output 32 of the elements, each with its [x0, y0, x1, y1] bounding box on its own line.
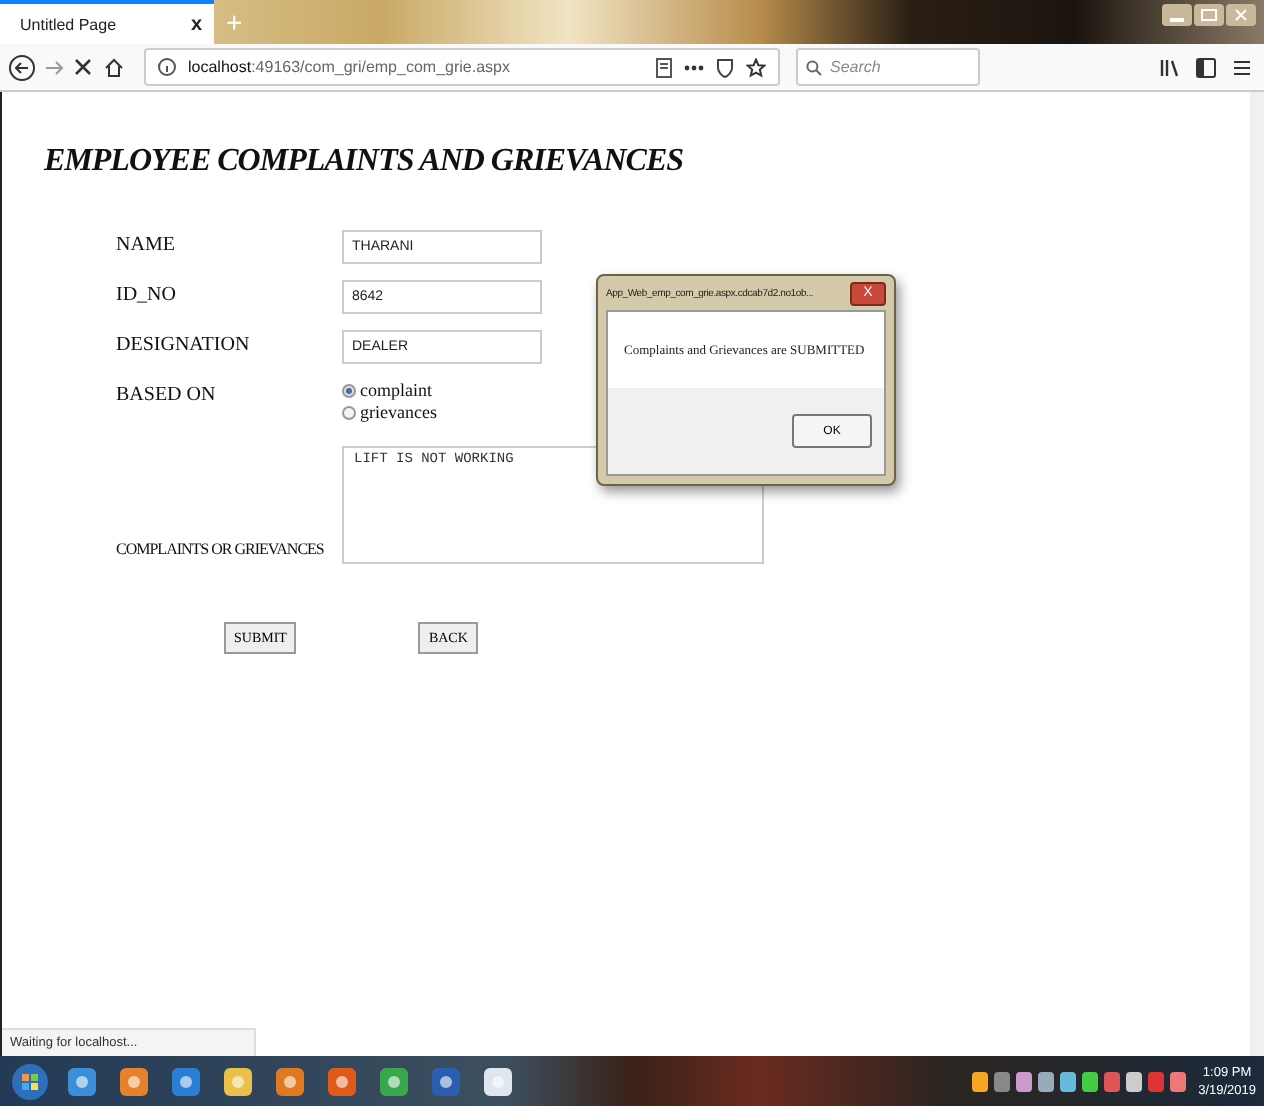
shield-icon[interactable] — [716, 57, 734, 77]
address-bar[interactable]: localhost:49163/com_gri/emp_com_grie.aspx — [144, 48, 780, 86]
forward-icon[interactable] — [44, 57, 64, 77]
radio-button[interactable] — [342, 405, 356, 419]
start-icon[interactable] — [8, 1061, 52, 1101]
menu-icon[interactable] — [1232, 57, 1252, 77]
tab-title: Untitled Page — [20, 15, 119, 33]
radio-button[interactable] — [342, 383, 356, 397]
stop-icon[interactable] — [74, 58, 92, 76]
tab-close-button[interactable]: x — [190, 13, 202, 35]
info-icon[interactable] — [158, 58, 176, 76]
more-icon[interactable] — [684, 63, 704, 71]
back-icon[interactable] — [8, 53, 36, 81]
field-label: NAME — [116, 232, 177, 256]
field-label: DESIGNATION — [116, 332, 252, 356]
star-icon[interactable] — [746, 57, 766, 77]
minimize-icon[interactable] — [1162, 4, 1192, 26]
sidebar-icon[interactable] — [1196, 57, 1216, 77]
scrollbar[interactable] — [1250, 92, 1264, 1056]
search-icon — [806, 59, 822, 75]
home-icon[interactable] — [104, 57, 124, 77]
tray-icons-drawing[interactable] — [970, 1067, 1191, 1095]
reader-icon[interactable] — [656, 57, 672, 77]
page-heading: EMPLOYEE COMPLAINTS AND GRIEVANCES — [44, 144, 686, 180]
browser-tab[interactable]: Untitled Page x — [0, 0, 214, 44]
field-label: BASED ON — [116, 382, 218, 406]
field-label: ID_NO — [116, 282, 178, 306]
url-text: localhost:49163/com_gri/emp_com_grie.aspx — [188, 58, 512, 76]
search-field[interactable]: Search — [796, 48, 980, 86]
radio-option[interactable]: complaint — [342, 380, 802, 400]
field-label: COMPLAINTS OR GRIEVANCES — [116, 540, 326, 562]
library-icon[interactable] — [1160, 57, 1180, 77]
